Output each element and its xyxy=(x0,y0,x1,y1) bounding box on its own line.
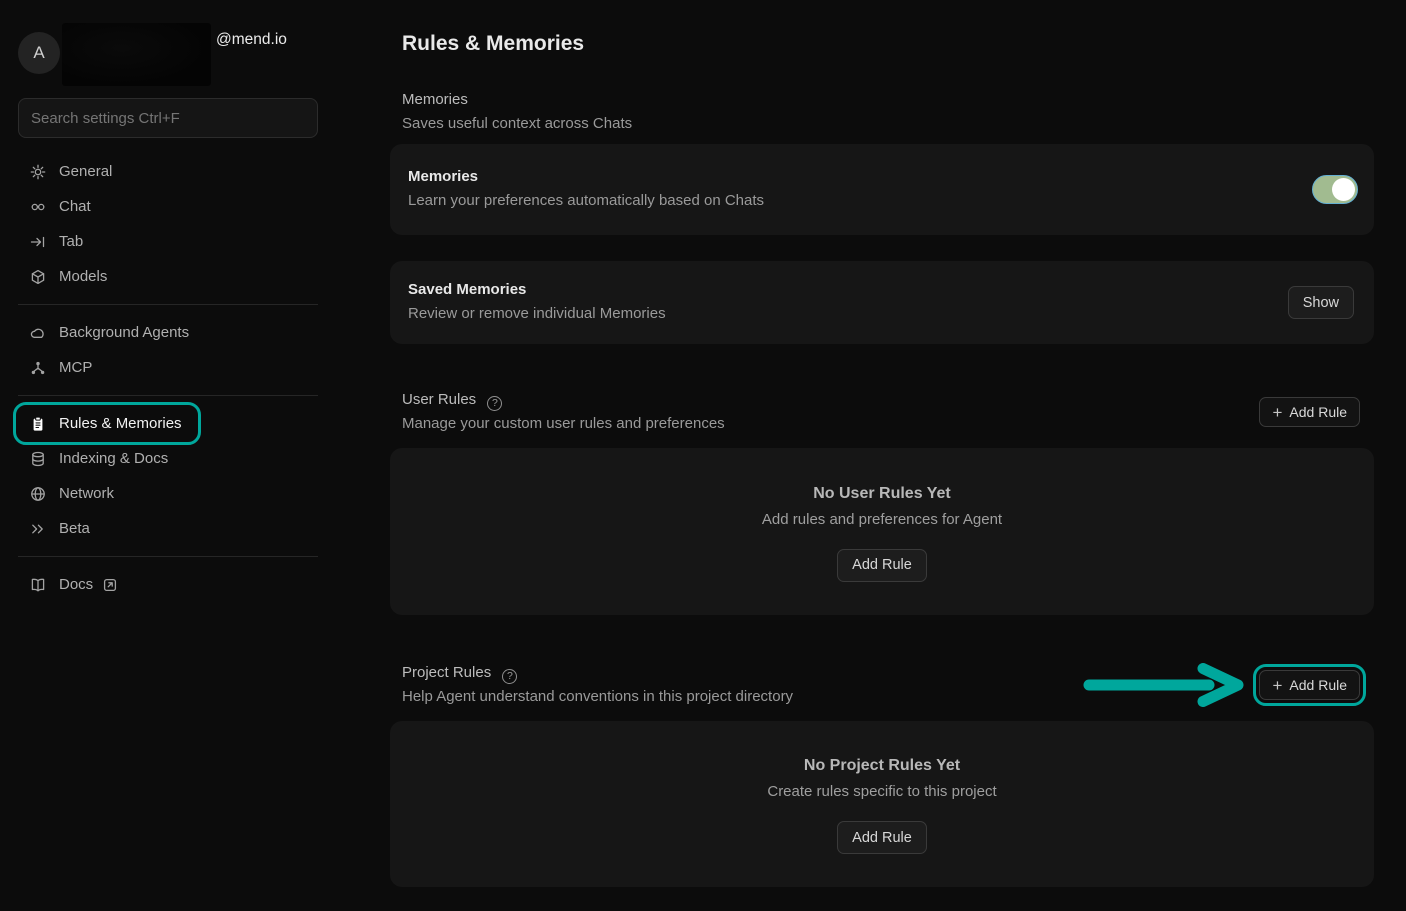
annotation-arrow-icon xyxy=(1083,663,1245,707)
sidebar-item-docs[interactable]: Docs xyxy=(18,568,131,601)
project-rules-label-text: Project Rules xyxy=(402,664,491,681)
user-rules-header-text: User Rules ? Manage your custom user rul… xyxy=(402,388,725,436)
external-link-icon xyxy=(103,578,117,592)
add-project-rule-empty-button[interactable]: Add Rule xyxy=(837,821,927,854)
globe-icon xyxy=(30,486,46,502)
memories-section-description: Saves useful context across Chats xyxy=(402,112,1374,136)
add-user-rule-button[interactable]: + Add Rule xyxy=(1259,397,1360,427)
toggle-knob xyxy=(1332,178,1355,201)
project-rules-empty-title: No Project Rules Yet xyxy=(804,754,960,778)
redacted-username xyxy=(62,23,211,86)
settings-sidebar: A @mend.io General Chat xyxy=(0,0,340,911)
user-rules-label: User Rules ? xyxy=(402,388,725,412)
settings-window: A @mend.io General Chat xyxy=(0,0,1406,911)
page-title: Rules & Memories xyxy=(402,30,1374,58)
annotated-button-wrap: + Add Rule xyxy=(1259,670,1360,700)
memories-toggle[interactable] xyxy=(1312,175,1358,204)
sidebar-item-label: General xyxy=(59,163,112,180)
saved-memories-title: Saved Memories xyxy=(408,279,666,301)
user-rules-empty-subtitle: Add rules and preferences for Agent xyxy=(762,507,1002,532)
sidebar-item-network[interactable]: Network xyxy=(18,477,128,510)
memories-setting-card: Memories Learn your preferences automati… xyxy=(390,144,1374,235)
chevrons-right-icon xyxy=(30,521,46,537)
add-project-rule-label: Add Rule xyxy=(1289,677,1347,693)
sidebar-item-models[interactable]: Models xyxy=(18,260,121,293)
add-user-rule-label: Add Rule xyxy=(1289,404,1347,420)
cube-icon xyxy=(30,269,46,285)
user-rules-label-text: User Rules xyxy=(402,391,476,408)
sidebar-nav: General Chat Tab Models xyxy=(18,155,318,601)
memories-setting-description: Learn your preferences automatically bas… xyxy=(408,188,764,213)
memories-setting-text: Memories Learn your preferences automati… xyxy=(408,166,764,213)
database-icon xyxy=(30,451,46,467)
account-email-domain: @mend.io xyxy=(216,31,287,49)
sidebar-item-background-agents[interactable]: Background Agents xyxy=(18,316,203,349)
user-rules-header: User Rules ? Manage your custom user rul… xyxy=(390,388,1374,436)
sidebar-item-rules-memories[interactable]: Rules & Memories xyxy=(18,407,196,440)
main-content: Rules & Memories Memories Saves useful c… xyxy=(390,0,1374,911)
project-rules-label: Project Rules ? xyxy=(402,661,793,685)
sidebar-item-label: Network xyxy=(59,485,114,502)
saved-memories-card: Saved Memories Review or remove individu… xyxy=(390,261,1374,344)
sidebar-item-label: MCP xyxy=(59,359,92,376)
sidebar-item-label: Indexing & Docs xyxy=(59,450,168,467)
sidebar-item-label: Tab xyxy=(59,233,83,250)
book-icon xyxy=(30,577,46,593)
sidebar-item-beta[interactable]: Beta xyxy=(18,512,104,545)
sidebar-item-mcp[interactable]: MCP xyxy=(18,351,106,384)
show-memories-button[interactable]: Show xyxy=(1288,286,1354,319)
sidebar-item-chat[interactable]: Chat xyxy=(18,190,105,223)
sidebar-item-label: Docs xyxy=(59,576,93,593)
plus-icon: + xyxy=(1272,677,1282,694)
user-rules-empty-card: No User Rules Yet Add rules and preferen… xyxy=(390,448,1374,615)
add-project-rule-button[interactable]: + Add Rule xyxy=(1259,670,1360,700)
project-rules-empty-card: No Project Rules Yet Create rules specif… xyxy=(390,721,1374,887)
sidebar-item-tab[interactable]: Tab xyxy=(18,225,97,258)
user-rules-description: Manage your custom user rules and prefer… xyxy=(402,412,725,436)
gear-icon xyxy=(30,164,46,180)
sidebar-divider xyxy=(18,395,318,396)
nodes-icon xyxy=(30,360,46,376)
memories-section-label: Memories xyxy=(402,88,1374,112)
infinity-icon xyxy=(30,199,46,215)
cloud-icon xyxy=(30,325,46,341)
search-input[interactable] xyxy=(18,98,318,138)
tab-arrow-icon xyxy=(30,234,46,250)
clipboard-icon xyxy=(30,416,46,432)
project-rules-header: Project Rules ? Help Agent understand co… xyxy=(390,661,1374,709)
project-rules-header-text: Project Rules ? Help Agent understand co… xyxy=(402,661,793,709)
sidebar-item-label: Beta xyxy=(59,520,90,537)
sidebar-item-label: Background Agents xyxy=(59,324,189,341)
sidebar-item-general[interactable]: General xyxy=(18,155,126,188)
sidebar-divider xyxy=(18,304,318,305)
memories-setting-title: Memories xyxy=(408,166,764,188)
saved-memories-text: Saved Memories Review or remove individu… xyxy=(408,279,666,326)
sidebar-item-indexing-docs[interactable]: Indexing & Docs xyxy=(18,442,182,475)
plus-icon: + xyxy=(1272,404,1282,421)
sidebar-item-label: Models xyxy=(59,268,107,285)
saved-memories-description: Review or remove individual Memories xyxy=(408,301,666,326)
help-icon[interactable]: ? xyxy=(487,396,502,411)
project-rules-description: Help Agent understand conventions in thi… xyxy=(402,685,793,709)
sidebar-item-label: Chat xyxy=(59,198,91,215)
project-rules-empty-subtitle: Create rules specific to this project xyxy=(767,779,996,804)
sidebar-divider xyxy=(18,556,318,557)
memories-section-intro: Memories Saves useful context across Cha… xyxy=(402,88,1374,136)
sidebar-item-label: Rules & Memories xyxy=(59,415,182,432)
user-rules-empty-title: No User Rules Yet xyxy=(813,482,951,506)
help-icon[interactable]: ? xyxy=(502,669,517,684)
add-user-rule-empty-button[interactable]: Add Rule xyxy=(837,549,927,582)
avatar: A xyxy=(18,32,60,74)
